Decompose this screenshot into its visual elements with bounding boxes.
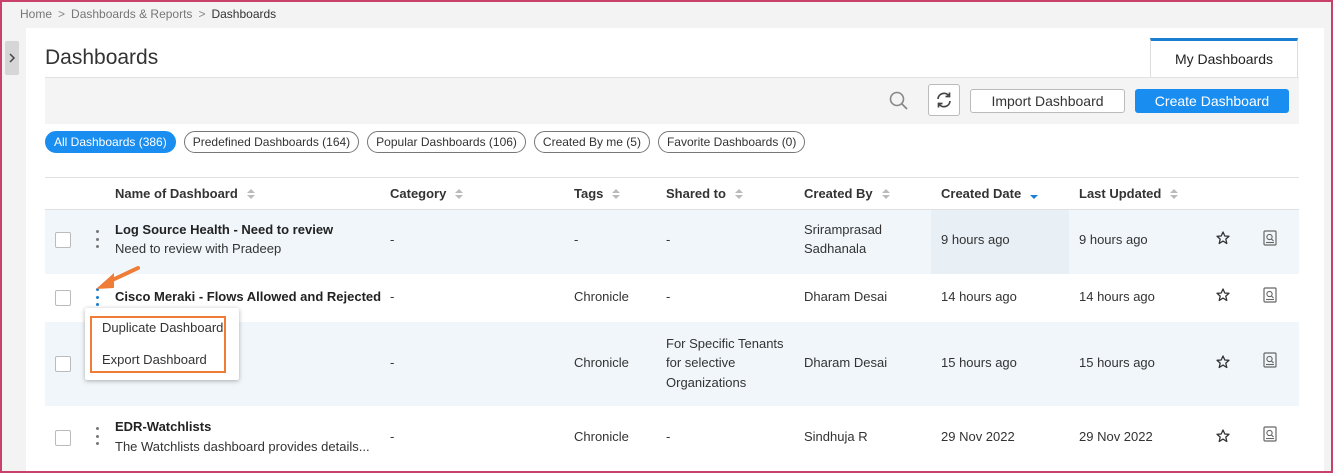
- filter-all-dashboards[interactable]: All Dashboards (386): [45, 131, 176, 153]
- category-cell: -: [390, 232, 395, 247]
- sidebar-toggle[interactable]: [5, 41, 19, 75]
- filter-predefined-dashboards[interactable]: Predefined Dashboards (164): [183, 131, 360, 153]
- shared-to-cell: for selective: [666, 355, 736, 370]
- sort-icon: [246, 188, 255, 199]
- filter-favorite-dashboards[interactable]: Favorite Dashboards (0): [657, 131, 806, 153]
- created-date-cell: 14 hours ago: [941, 289, 1017, 304]
- kebab-icon[interactable]: [94, 230, 100, 248]
- column-header-label: Created Date: [941, 186, 1022, 201]
- dashboard-name[interactable]: Log Source Health - Need to review: [115, 220, 333, 239]
- sort-icon: [881, 188, 890, 199]
- search-icon[interactable]: [887, 89, 911, 113]
- tags-cell: -: [574, 232, 579, 247]
- column-header-tags[interactable]: Tags: [574, 186, 621, 201]
- column-header-label: Name of Dashboard: [115, 186, 238, 201]
- filter-popular-dashboards[interactable]: Popular Dashboards (106): [367, 131, 526, 153]
- created-by-cell: Dharam Desai: [804, 355, 888, 370]
- tags-cell: Chronicle: [574, 355, 629, 370]
- shared-to-cell: -: [666, 232, 671, 247]
- breadcrumb-dashboards-reports[interactable]: Dashboards & Reports: [71, 7, 192, 21]
- breadcrumb-home[interactable]: Home: [20, 7, 52, 21]
- last-updated-cell: 29 Nov 2022: [1079, 429, 1153, 444]
- tab-my-dashboards[interactable]: My Dashboards: [1150, 38, 1298, 78]
- column-header-label: Tags: [574, 186, 604, 201]
- row-checkbox[interactable]: [55, 430, 71, 446]
- last-updated-cell: 14 hours ago: [1079, 289, 1155, 304]
- dashboard-name[interactable]: EDR-Watchlists: [115, 417, 211, 436]
- created-by-cell: Sadhanala: [804, 241, 867, 256]
- row-checkbox[interactable]: [55, 356, 71, 372]
- column-header-category[interactable]: Category: [390, 186, 464, 201]
- column-header-label: Category: [390, 186, 447, 201]
- sort-desc-icon: [1030, 189, 1039, 199]
- category-cell: -: [390, 355, 395, 370]
- filter-created-by-me[interactable]: Created By me (5): [533, 131, 650, 153]
- tags-cell: Chronicle: [574, 429, 629, 444]
- column-header-last-updated[interactable]: Last Updated: [1079, 186, 1179, 201]
- dashboard-name[interactable]: Cisco Meraki - Flows Allowed and Rejecte…: [115, 287, 381, 306]
- refresh-button[interactable]: [928, 84, 960, 116]
- created-by-cell: Dharam Desai: [804, 289, 888, 304]
- report-icon[interactable]: [1262, 352, 1278, 368]
- shared-to-cell: For Specific Tenants: [666, 336, 784, 351]
- star-icon[interactable]: [1216, 231, 1230, 245]
- duplicate-dashboard-menu-item[interactable]: Duplicate Dashboard: [102, 320, 223, 335]
- create-dashboard-button[interactable]: Create Dashboard: [1135, 89, 1289, 113]
- breadcrumb: Home > Dashboards & Reports > Dashboards: [20, 7, 276, 21]
- created-by-cell: Sindhuja R: [804, 429, 868, 444]
- breadcrumb-separator: >: [198, 7, 206, 21]
- row-checkbox[interactable]: [55, 290, 71, 306]
- kebab-icon[interactable]: [94, 427, 100, 445]
- breadcrumb-separator: >: [58, 7, 66, 21]
- column-header-created-by[interactable]: Created By: [804, 186, 890, 201]
- report-icon[interactable]: [1262, 287, 1278, 303]
- star-icon[interactable]: [1216, 355, 1230, 369]
- report-icon[interactable]: [1262, 230, 1278, 246]
- star-icon[interactable]: [1216, 429, 1230, 443]
- breadcrumb-current: Dashboards: [211, 7, 277, 21]
- column-header-label: Created By: [804, 186, 873, 201]
- import-dashboard-button[interactable]: Import Dashboard: [970, 89, 1125, 113]
- category-cell: -: [390, 429, 395, 444]
- column-header-created-date[interactable]: Created Date: [941, 186, 1039, 201]
- export-dashboard-menu-item[interactable]: Export Dashboard: [102, 352, 207, 367]
- tags-cell: Chronicle: [574, 289, 629, 304]
- dashboard-description: Need to review with Pradeep: [115, 241, 282, 256]
- sort-icon: [1170, 188, 1179, 199]
- column-header-label: Last Updated: [1079, 186, 1162, 201]
- sort-icon: [455, 188, 464, 199]
- sort-icon: [734, 188, 743, 199]
- created-date-cell: 29 Nov 2022: [941, 429, 1015, 444]
- column-header-label: Shared to: [666, 186, 726, 201]
- last-updated-cell: 15 hours ago: [1079, 355, 1155, 370]
- column-header-shared-to[interactable]: Shared to: [666, 186, 743, 201]
- arrow-pointer-icon: [96, 266, 140, 289]
- shared-to-cell: Organizations: [666, 375, 747, 390]
- created-date-cell: 9 hours ago: [941, 232, 1010, 247]
- report-icon[interactable]: [1262, 426, 1278, 442]
- column-header-name[interactable]: Name of Dashboard: [115, 186, 255, 201]
- dashboard-description: The Watchlists dashboard provides detail…: [115, 439, 370, 454]
- refresh-icon: [937, 92, 951, 108]
- sort-icon: [612, 188, 621, 199]
- chevron-right-icon: [9, 53, 16, 63]
- shared-to-cell: -: [666, 429, 671, 444]
- last-updated-cell: 9 hours ago: [1079, 232, 1148, 247]
- row-checkbox[interactable]: [55, 232, 71, 248]
- created-by-cell: Sriramprasad: [804, 222, 883, 237]
- category-cell: -: [390, 289, 395, 304]
- filter-chips: All Dashboards (386) Predefined Dashboar…: [45, 131, 806, 153]
- star-icon[interactable]: [1216, 288, 1230, 302]
- created-date-cell: 15 hours ago: [941, 355, 1017, 370]
- shared-to-cell: -: [666, 289, 671, 304]
- table-top-border: [45, 177, 1299, 178]
- page-title: Dashboards: [45, 46, 159, 69]
